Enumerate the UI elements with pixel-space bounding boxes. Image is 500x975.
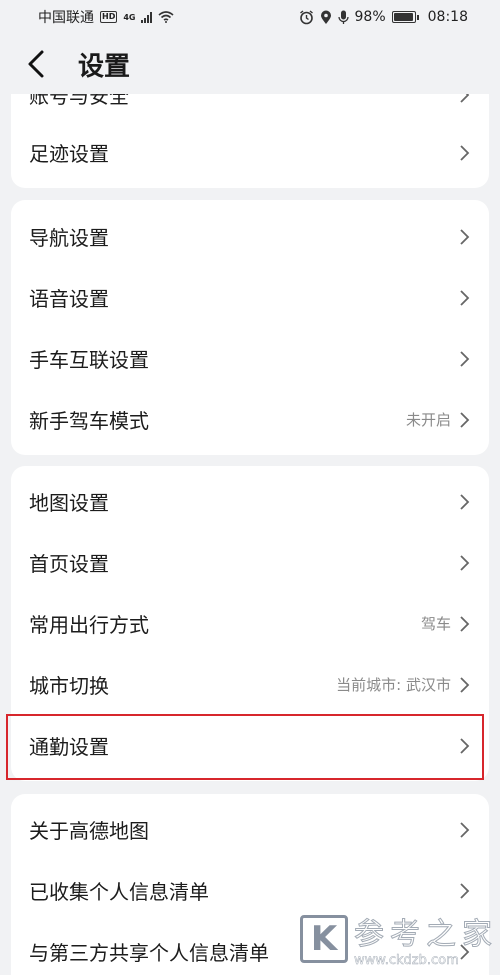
battery-level	[393, 13, 414, 21]
status-bar: 中国联通 HD 4G 98% 08:18	[0, 0, 500, 34]
settings-item-homepage[interactable]: 首页设置	[11, 532, 489, 593]
settings-group-map: 地图设置 首页设置 常用出行方式 驾车 城市切换 当前城市: 武汉市 通勤设置	[11, 466, 489, 781]
microphone-icon	[337, 10, 349, 24]
chevron-right-icon	[460, 554, 470, 571]
settings-group-navigation: 导航设置 语音设置 手车互联设置 新手驾车模式 未开启	[11, 200, 489, 455]
location-icon	[320, 10, 331, 24]
settings-item-map[interactable]: 地图设置	[11, 471, 489, 532]
settings-item-label: 常用出行方式	[29, 613, 149, 637]
settings-item-label: 首页设置	[29, 552, 109, 576]
page-header: 设置	[0, 34, 500, 94]
settings-item-travel-mode[interactable]: 常用出行方式 驾车	[11, 593, 489, 654]
settings-item-label: 地图设置	[29, 491, 109, 515]
settings-item-novice-mode[interactable]: 新手驾车模式 未开启	[11, 389, 489, 450]
settings-item-label: 新手驾车模式	[29, 409, 149, 433]
signal-icon	[141, 11, 153, 23]
chevron-right-icon	[460, 228, 470, 245]
settings-item-navigation[interactable]: 导航设置	[11, 206, 489, 267]
settings-item-shared-info[interactable]: 与第三方共享个人信息清单	[11, 921, 489, 975]
clock-time: 08:18	[427, 9, 468, 25]
battery-percent: 98%	[354, 9, 386, 25]
chevron-right-icon	[460, 411, 470, 428]
settings-item-city-switch[interactable]: 城市切换 当前城市: 武汉市	[11, 654, 489, 715]
chevron-right-icon	[460, 350, 470, 367]
chevron-right-icon	[460, 144, 470, 161]
settings-item-value: 驾车	[420, 615, 451, 633]
settings-item-footprint[interactable]: 足迹设置	[11, 122, 489, 183]
wifi-icon	[158, 11, 175, 23]
settings-item-label: 足迹设置	[29, 142, 109, 166]
carrier-name: 中国联通	[38, 10, 94, 26]
page-title: 设置	[78, 51, 131, 82]
settings-item-value: 当前城市: 武汉市	[336, 676, 451, 694]
chevron-left-icon	[28, 50, 44, 78]
settings-item-label: 语音设置	[29, 287, 109, 311]
chevron-right-icon	[460, 676, 470, 693]
settings-item-label: 关于高德地图	[29, 819, 149, 843]
settings-item-label: 手车互联设置	[29, 348, 149, 372]
chevron-right-icon	[460, 821, 470, 838]
hd-badge: HD	[100, 11, 118, 23]
settings-item-label: 导航设置	[29, 226, 109, 250]
settings-item-commute[interactable]: 通勤设置	[11, 715, 489, 776]
settings-item-label: 城市切换	[29, 674, 109, 698]
back-button[interactable]	[26, 44, 62, 84]
settings-item-value: 未开启	[405, 411, 451, 429]
chevron-right-icon	[460, 882, 470, 899]
settings-content: 账号与安全 足迹设置 导航设置 语音设置 手车互联设置 新手驾车模式 未开启 地…	[0, 0, 500, 975]
settings-group-about: 关于高德地图 已收集个人信息清单 与第三方共享个人信息清单	[11, 794, 489, 975]
alarm-icon	[299, 9, 313, 24]
settings-item-label: 已收集个人信息清单	[29, 880, 209, 904]
settings-item-about[interactable]: 关于高德地图	[11, 799, 489, 860]
settings-item-car-connect[interactable]: 手车互联设置	[11, 328, 489, 389]
settings-item-voice[interactable]: 语音设置	[11, 267, 489, 328]
settings-item-collected-info[interactable]: 已收集个人信息清单	[11, 860, 489, 921]
chevron-right-icon	[460, 493, 470, 510]
network-type: 4G	[123, 13, 136, 22]
chevron-right-icon	[460, 615, 470, 632]
settings-item-label: 与第三方共享个人信息清单	[29, 941, 269, 965]
chevron-right-icon	[460, 943, 470, 960]
chevron-right-icon	[460, 737, 470, 754]
settings-item-label: 通勤设置	[29, 735, 109, 759]
battery-icon	[391, 11, 419, 23]
chevron-right-icon	[460, 289, 470, 306]
